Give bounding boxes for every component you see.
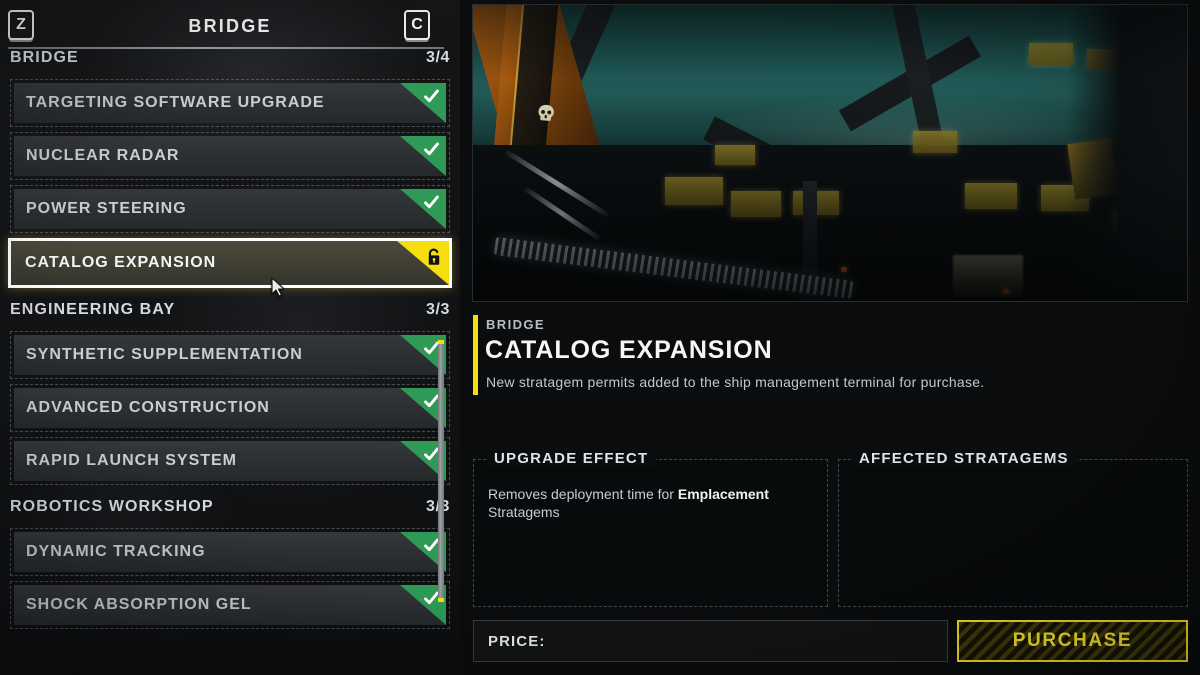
purchase-button-label: PURCHASE <box>1012 630 1133 651</box>
check-icon <box>400 189 446 229</box>
upgrade-effect-title: UPGRADE EFFECT <box>486 450 657 467</box>
upgrade-row[interactable]: ADVANCED CONSTRUCTION <box>10 384 450 432</box>
effect-text-after: Stratagems <box>488 503 560 520</box>
detail-description: New stratagem permits added to the ship … <box>486 374 985 390</box>
upgrade-effect-text: Removes deployment time for Emplacement … <box>488 486 813 521</box>
check-icon <box>400 136 446 176</box>
upgrade-name: RAPID LAUNCH SYSTEM <box>26 452 238 469</box>
upgrade-row[interactable]: TARGETING SOFTWARE UPGRADE <box>10 79 450 127</box>
detail-accent-bar <box>473 315 478 395</box>
sidebar-header: Z BRIDGE C <box>0 0 460 52</box>
upgrade-name: ADVANCED CONSTRUCTION <box>26 399 270 416</box>
page-title: BRIDGE <box>188 16 272 36</box>
row-body: ADVANCED CONSTRUCTION <box>14 388 446 428</box>
affected-stratagems-panel: AFFECTED STRATAGEMS <box>838 450 1188 607</box>
upgrade-row[interactable]: POWER STEERING <box>10 185 450 233</box>
section-count: 3/4 <box>425 49 450 66</box>
upgrades-sidebar: Z BRIDGE C BRIDGE 3/4 TARGETING SOFTWARE U… <box>0 0 460 675</box>
section-header: ROBOTICS WORKSHOP3/3 <box>10 490 450 524</box>
upgrade-name: POWER STEERING <box>26 200 187 217</box>
section-name: BRIDGE <box>10 49 79 66</box>
affected-stratagems-title: AFFECTED STRATAGEMS <box>851 450 1077 467</box>
upgrade-name: CATALOG EXPANSION <box>25 254 217 271</box>
upgrade-row-selected[interactable]: CATALOG EXPANSION <box>8 238 452 288</box>
section-count: 3/3 <box>425 301 450 318</box>
upgrade-row[interactable]: DYNAMIC TRACKING <box>10 528 450 576</box>
upgrade-row[interactable]: NUCLEAR RADAR <box>10 132 450 180</box>
section-header: BRIDGE 3/4 <box>10 49 450 75</box>
list-scrollbar[interactable] <box>438 330 446 612</box>
purchase-button[interactable]: PURCHASE <box>957 620 1188 662</box>
section-name: ROBOTICS WORKSHOP <box>10 498 214 515</box>
upgrade-effect-panel: UPGRADE EFFECT Removes deployment time f… <box>473 450 828 607</box>
list-scrollbar-thumb[interactable] <box>438 340 444 602</box>
upgrade-row[interactable]: SYNTHETIC SUPPLEMENTATION <box>10 331 450 379</box>
upgrades-list: BRIDGE 3/4 TARGETING SOFTWARE UPGRADE NUCLE… <box>0 49 460 634</box>
section-name: ENGINEERING BAY <box>10 301 176 318</box>
effect-text-before: Removes deployment time for <box>488 486 678 502</box>
detail-category: BRIDGE <box>486 317 545 332</box>
row-body: NUCLEAR RADAR <box>14 136 446 176</box>
row-body: DYNAMIC TRACKING <box>14 532 446 572</box>
upgrade-name: SYNTHETIC SUPPLEMENTATION <box>26 346 303 363</box>
upgrades-list-viewport: BRIDGE 3/4 TARGETING SOFTWARE UPGRADE NUCLE… <box>0 49 460 675</box>
row-body: SHOCK ABSORPTION GEL <box>14 585 446 625</box>
price-box: PRICE: <box>473 620 948 662</box>
bridge-preview-image <box>472 4 1188 302</box>
detail-title: CATALOG EXPANSION <box>485 336 773 364</box>
mouse-cursor-icon <box>271 277 286 297</box>
price-label: PRICE: <box>488 632 546 650</box>
upgrade-row[interactable]: SHOCK ABSORPTION GEL <box>10 581 450 629</box>
detail-panel: BRIDGE CATALOG EXPANSION New stratagem p… <box>460 0 1200 675</box>
row-body: POWER STEERING <box>14 189 446 229</box>
upgrade-name: SHOCK ABSORPTION GEL <box>26 596 252 613</box>
effect-text-highlight: Emplacement <box>677 486 769 502</box>
upgrade-name: NUCLEAR RADAR <box>26 147 180 164</box>
ship-management-screen: Z BRIDGE C BRIDGE 3/4 TARGETING SOFTWARE U… <box>0 0 1200 675</box>
row-body: RAPID LAUNCH SYSTEM <box>14 441 446 481</box>
upgrade-row[interactable]: RAPID LAUNCH SYSTEM <box>10 437 450 485</box>
hero-shading-overlay <box>473 5 1187 301</box>
row-body: CATALOG EXPANSION <box>11 241 449 285</box>
row-body: SYNTHETIC SUPPLEMENTATION <box>14 335 446 375</box>
unlocked-padlock-icon <box>397 241 449 285</box>
check-icon <box>400 83 446 123</box>
upgrade-name: DYNAMIC TRACKING <box>26 543 206 560</box>
row-body: TARGETING SOFTWARE UPGRADE <box>14 83 446 123</box>
upgrade-name: TARGETING SOFTWARE UPGRADE <box>26 94 325 111</box>
next-category-key-icon[interactable]: C <box>404 10 430 40</box>
section-header: ENGINEERING BAY 3/3 <box>10 293 450 327</box>
